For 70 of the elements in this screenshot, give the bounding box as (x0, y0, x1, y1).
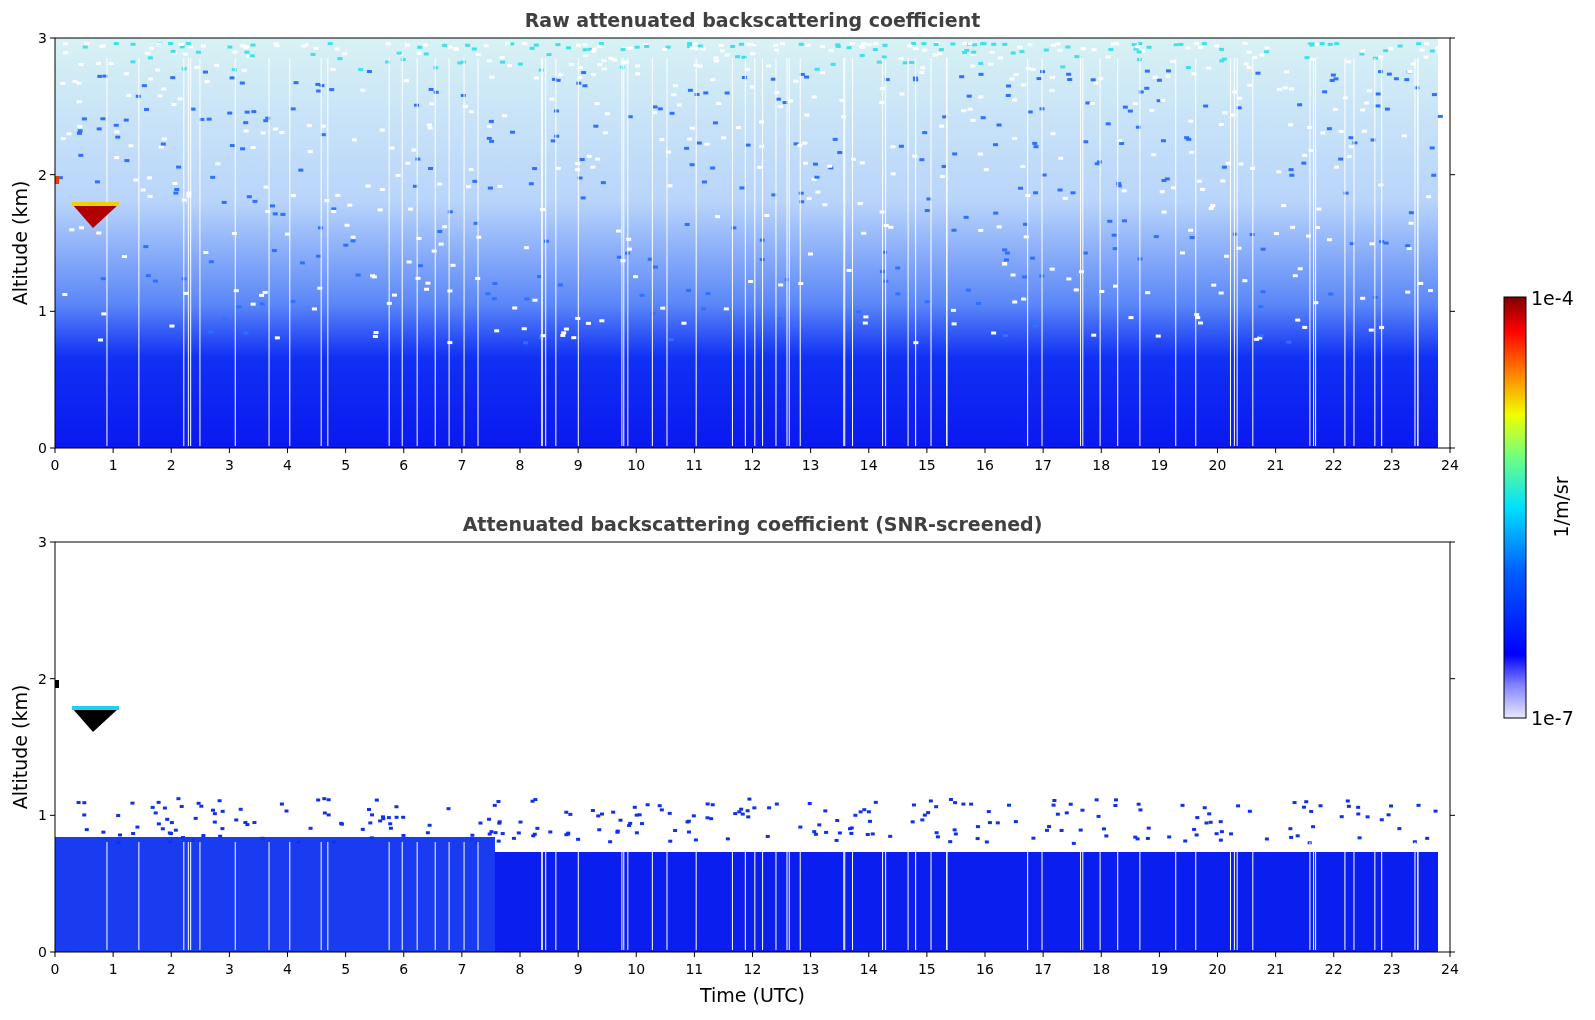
cloud-patch (72, 202, 119, 228)
x-tick-label: 22 (1324, 961, 1343, 977)
x-tick-label: 8 (515, 961, 525, 977)
x-tick-label: 9 (573, 457, 583, 473)
x-tick-label: 11 (685, 961, 704, 977)
x-tick-label: 4 (283, 961, 292, 977)
x-tick-label: 19 (1150, 961, 1169, 977)
x-tick-label: 15 (917, 961, 936, 977)
colorbar-max-label: 1e-4 (1531, 287, 1574, 309)
x-tick-label: 7 (457, 457, 467, 473)
x-tick-label: 6 (399, 961, 409, 977)
x-tick-label: 0 (50, 457, 60, 473)
x-tick-label: 23 (1382, 961, 1401, 977)
x-tick-label: 17 (1034, 457, 1053, 473)
x-tick-label: 12 (743, 961, 762, 977)
x-tick-label: 13 (801, 961, 820, 977)
y-tick-label: 1 (38, 303, 47, 320)
x-tick-label: 11 (685, 457, 704, 473)
x-tick-label: 16 (976, 961, 994, 977)
x-tick-label: 22 (1324, 457, 1343, 473)
colorbar-min-label: 1e-7 (1531, 707, 1574, 729)
y-tick-label: 0 (38, 440, 47, 456)
x-tick-label: 13 (801, 457, 820, 473)
x-tick-label: 4 (283, 457, 292, 473)
colorbar-unit-label: 1/m/sr (1550, 476, 1572, 538)
x-tick-label: 18 (1092, 457, 1111, 473)
x-tick-label: 15 (917, 457, 936, 473)
x-tick-label: 24 (1441, 961, 1459, 977)
x-tick-label: 3 (224, 961, 234, 977)
x-tick-label: 14 (859, 457, 878, 473)
x-tick-label: 18 (1092, 961, 1111, 977)
x-tick-label: 6 (399, 457, 409, 473)
x-tick-label: 16 (976, 457, 994, 473)
x-tick-label: 8 (515, 457, 525, 473)
x-tick-label: 10 (627, 457, 646, 473)
x-tick-label: 21 (1266, 961, 1285, 977)
x-tick-label: 7 (457, 961, 467, 977)
x-axis-label: Time (UTC) (700, 984, 805, 1006)
cloud-patch (55, 680, 59, 688)
x-tick-label: 3 (224, 457, 234, 473)
x-tick-label: 2 (166, 457, 176, 473)
x-tick-label: 9 (573, 961, 583, 977)
x-tick-label: 5 (341, 457, 351, 473)
y-axis-label: Altitude (km) (9, 684, 31, 810)
plot-title: Raw attenuated backscattering coefficient (524, 9, 981, 31)
x-tick-label: 14 (859, 961, 878, 977)
y-tick-label: 2 (38, 670, 47, 687)
cloud-patch (55, 176, 59, 184)
x-tick-label: 1 (108, 457, 118, 473)
x-tick-label: 24 (1441, 457, 1459, 473)
y-tick-label: 3 (38, 30, 47, 46)
y-tick-label: 3 (38, 534, 47, 550)
y-tick-label: 1 (38, 807, 47, 824)
x-tick-label: 19 (1150, 457, 1169, 473)
x-tick-label: 1 (108, 961, 118, 977)
x-tick-label: 20 (1208, 457, 1227, 473)
y-tick-label: 2 (38, 166, 47, 183)
x-tick-label: 17 (1034, 961, 1053, 977)
plot-title: Attenuated backscattering coefficient (SNR-screened) (462, 513, 1043, 535)
x-tick-label: 0 (50, 961, 60, 977)
x-tick-label: 23 (1382, 457, 1401, 473)
x-tick-label: 2 (166, 961, 176, 977)
x-tick-label: 20 (1208, 961, 1227, 977)
y-tick-label: 0 (38, 944, 47, 960)
y-axis-label: Altitude (km) (9, 180, 31, 306)
x-tick-label: 12 (743, 457, 762, 473)
cloud-patch (72, 706, 119, 732)
x-tick-label: 5 (341, 961, 351, 977)
x-tick-label: 10 (627, 961, 646, 977)
x-tick-label: 21 (1266, 457, 1285, 473)
